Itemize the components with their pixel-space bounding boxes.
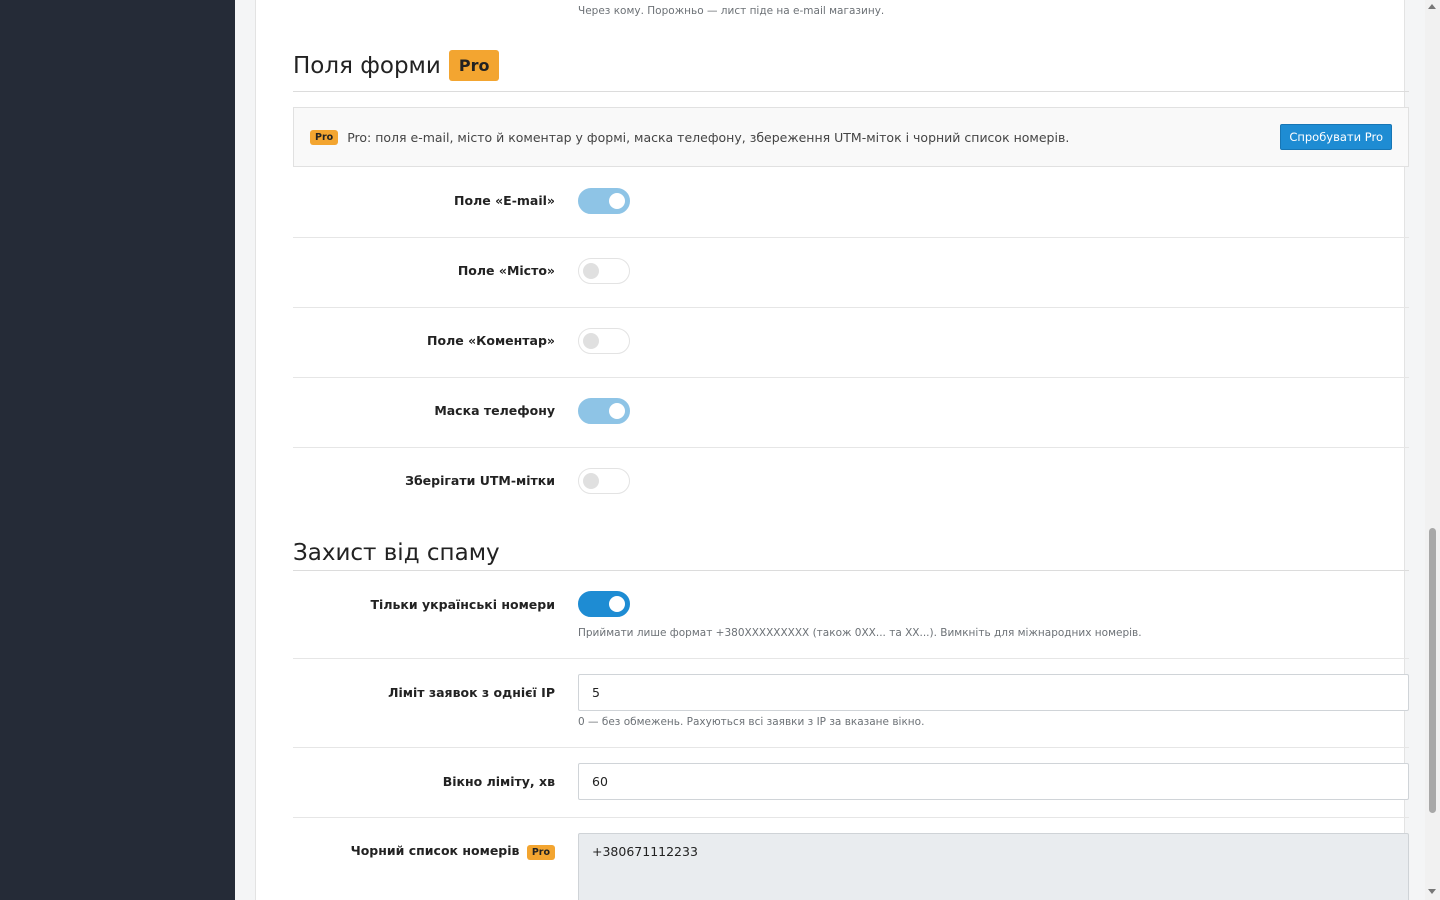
- ua-only-toggle[interactable]: [578, 591, 630, 617]
- row-divider: [293, 658, 1409, 659]
- row-divider: [293, 447, 1409, 448]
- comment-field-label: Поле «Коментар»: [427, 333, 555, 348]
- phone-mask-toggle[interactable]: [578, 398, 630, 424]
- pro-notice-text: Pro: поля e-mail, місто й коментар у фор…: [347, 129, 1070, 145]
- toggle-knob: [583, 473, 599, 489]
- toggle-knob: [583, 263, 599, 279]
- row-divider: [293, 377, 1409, 378]
- ua-only-label: Тільки українські номери: [370, 597, 555, 612]
- spam-title: Захист від спаму: [293, 540, 500, 566]
- phone-mask-label: Маска телефону: [434, 403, 555, 418]
- row-divider: [293, 237, 1409, 238]
- form-fields-divider: [293, 91, 1409, 92]
- toggle-knob: [609, 403, 625, 419]
- email-field-label: Поле «E-mail»: [454, 193, 555, 208]
- scroll-up-icon[interactable]: [1428, 4, 1436, 9]
- window-input[interactable]: [578, 763, 1409, 800]
- spam-title-row: Захист від спаму: [293, 540, 500, 566]
- toggle-knob: [583, 333, 599, 349]
- pro-notice: Pro Pro: поля e-mail, місто й коментар у…: [293, 107, 1409, 167]
- scroll-thumb[interactable]: [1429, 528, 1436, 813]
- toggle-knob: [609, 193, 625, 209]
- spam-divider: [293, 570, 1409, 571]
- page-scrollbar[interactable]: [1425, 0, 1440, 900]
- row-divider: [293, 817, 1409, 818]
- recipients-help: Через кому. Порожньо — лист піде на e-ma…: [578, 5, 885, 17]
- comment-field-toggle[interactable]: [578, 328, 630, 354]
- row-divider: [293, 747, 1409, 748]
- row-divider: [293, 307, 1409, 308]
- utm-toggle[interactable]: [578, 468, 630, 494]
- pro-notice-badge: Pro: [310, 129, 339, 145]
- ip-limit-label: Ліміт заявок з однієї IP: [388, 685, 555, 700]
- settings-panel: Через кому. Порожньо — лист піде на e-ma…: [255, 0, 1409, 900]
- page-area: Через кому. Порожньо — лист піде на e-ma…: [235, 0, 1425, 900]
- city-field-label: Поле «Місто»: [457, 263, 555, 278]
- form-fields-title: Поля форми: [293, 52, 441, 79]
- try-pro-button[interactable]: Спробувати Pro: [1280, 124, 1392, 150]
- ua-only-help: Приймати лише формат +380XXXXXXXXX (тако…: [578, 627, 1142, 639]
- pro-badge: Pro: [448, 50, 500, 81]
- city-field-toggle[interactable]: [578, 258, 630, 284]
- email-field-toggle[interactable]: [578, 188, 630, 214]
- blacklist-pro-badge: Pro: [526, 845, 555, 860]
- left-sidebar: [0, 0, 235, 900]
- form-fields-title-row: Поля форми Pro: [293, 50, 500, 81]
- ip-limit-help: 0 — без обмежень. Рахуються всі заявки з…: [578, 716, 925, 728]
- utm-label: Зберігати UTM-мітки: [405, 473, 555, 488]
- blacklist-label: Чорний список номерів: [350, 843, 520, 858]
- window-label: Вікно ліміту, хв: [442, 774, 555, 789]
- ip-limit-input[interactable]: [578, 674, 1409, 711]
- blacklist-textarea[interactable]: +380671112233: [578, 833, 1409, 900]
- scroll-down-icon[interactable]: [1428, 889, 1436, 894]
- blacklist-label-row: Чорний список номерів Pro: [293, 843, 555, 860]
- toggle-knob: [609, 596, 625, 612]
